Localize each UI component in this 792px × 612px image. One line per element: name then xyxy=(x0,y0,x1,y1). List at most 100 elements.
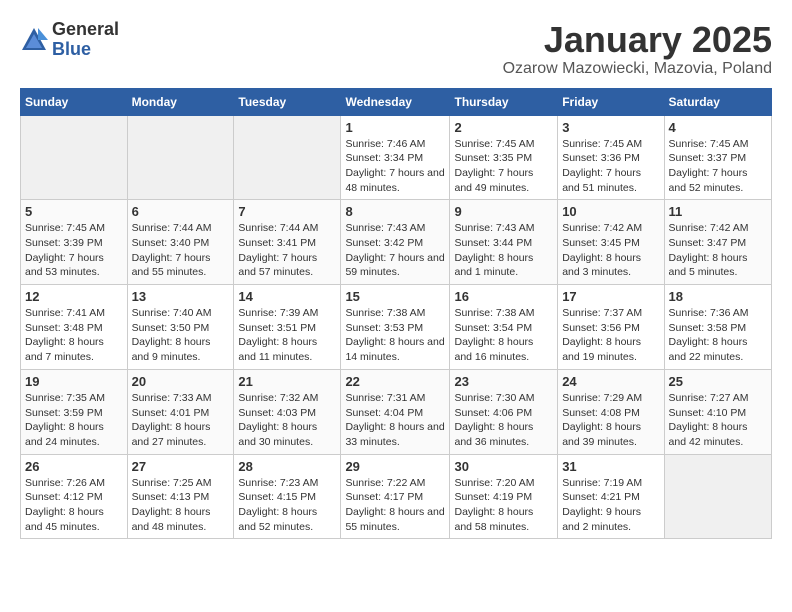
week-row-1: 1 Sunrise: 7:46 AM Sunset: 3:34 PM Daylig… xyxy=(21,115,772,200)
cell-w3-d2: 13 Sunrise: 7:40 AM Sunset: 3:50 PM Dayli… xyxy=(127,285,234,370)
day-info: Sunrise: 7:43 AM Sunset: 3:44 PM Dayligh… xyxy=(454,221,553,280)
day-info: Sunrise: 7:19 AM Sunset: 4:21 PM Dayligh… xyxy=(562,476,659,535)
day-info: Sunrise: 7:20 AM Sunset: 4:19 PM Dayligh… xyxy=(454,476,553,535)
cell-w2-d6: 10Sunrise: 7:42 AM Sunset: 3:45 PM Dayli… xyxy=(558,200,664,285)
day-number: 11 xyxy=(669,204,767,219)
calendar-header: Sunday Monday Tuesday Wednesday Thursday… xyxy=(21,88,772,115)
title-section: January 2025 Ozarow Mazowiecki, Mazovia,… xyxy=(503,20,772,78)
cell-w2-d2: 6Sunrise: 7:44 AM Sunset: 3:40 PM Daylig… xyxy=(127,200,234,285)
day-number: 20 xyxy=(132,374,230,389)
page-header: General Blue January 2025 Ozarow Mazowie… xyxy=(20,20,772,78)
day-info: Sunrise: 7:40 AM Sunset: 3:50 PM Dayligh… xyxy=(132,306,230,365)
cell-w3-d5: 16 Sunrise: 7:38 AM Sunset: 3:54 PM Dayli… xyxy=(450,285,558,370)
day-number: 2 xyxy=(454,120,553,135)
cell-w4-d7: 25Sunrise: 7:27 AM Sunset: 4:10 PM Dayli… xyxy=(664,369,771,454)
cell-w2-d5: 9 Sunrise: 7:43 AM Sunset: 3:44 PM Daylig… xyxy=(450,200,558,285)
cell-w4-d2: 20 Sunrise: 7:33 AM Sunset: 4:01 PM Dayli… xyxy=(127,369,234,454)
day-number: 18 xyxy=(669,289,767,304)
day-info: Sunrise: 7:45 AM Sunset: 3:36 PM Dayligh… xyxy=(562,137,659,196)
cell-w4-d1: 19 Sunrise: 7:35 AM Sunset: 3:59 PM Dayli… xyxy=(21,369,128,454)
cell-w2-d3: 7Sunrise: 7:44 AM Sunset: 3:41 PM Daylig… xyxy=(234,200,341,285)
day-number: 28 xyxy=(238,459,336,474)
day-info: Sunrise: 7:37 AM Sunset: 3:56 PM Dayligh… xyxy=(562,306,659,365)
cell-w1-d6: 3Sunrise: 7:45 AM Sunset: 3:36 PM Daylig… xyxy=(558,115,664,200)
day-number: 29 xyxy=(345,459,445,474)
cell-w2-d1: 5 Sunrise: 7:45 AM Sunset: 3:39 PM Daylig… xyxy=(21,200,128,285)
cell-w4-d4: 22Sunrise: 7:31 AM Sunset: 4:04 PM Dayli… xyxy=(341,369,450,454)
day-number: 31 xyxy=(562,459,659,474)
day-info: Sunrise: 7:41 AM Sunset: 3:48 PM Dayligh… xyxy=(25,306,123,365)
week-row-4: 19 Sunrise: 7:35 AM Sunset: 3:59 PM Dayli… xyxy=(21,369,772,454)
cell-w5-d6: 31 Sunrise: 7:19 AM Sunset: 4:21 PM Dayli… xyxy=(558,454,664,539)
week-row-2: 5 Sunrise: 7:45 AM Sunset: 3:39 PM Daylig… xyxy=(21,200,772,285)
day-number: 22 xyxy=(345,374,445,389)
cell-w3-d3: 14 Sunrise: 7:39 AM Sunset: 3:51 PM Dayli… xyxy=(234,285,341,370)
day-info: Sunrise: 7:45 AM Sunset: 3:39 PM Dayligh… xyxy=(25,221,123,280)
week-row-5: 26 Sunrise: 7:26 AM Sunset: 4:12 PM Dayli… xyxy=(21,454,772,539)
cell-w3-d1: 12Sunrise: 7:41 AM Sunset: 3:48 PM Dayli… xyxy=(21,285,128,370)
cell-w5-d2: 27 Sunrise: 7:25 AM Sunset: 4:13 PM Dayli… xyxy=(127,454,234,539)
cell-w1-d4: 1 Sunrise: 7:46 AM Sunset: 3:34 PM Daylig… xyxy=(341,115,450,200)
cell-w5-d1: 26 Sunrise: 7:26 AM Sunset: 4:12 PM Dayli… xyxy=(21,454,128,539)
logo-icon xyxy=(20,26,48,54)
day-info: Sunrise: 7:26 AM Sunset: 4:12 PM Dayligh… xyxy=(25,476,123,535)
day-info: Sunrise: 7:30 AM Sunset: 4:06 PM Dayligh… xyxy=(454,391,553,450)
cell-w3-d4: 15Sunrise: 7:38 AM Sunset: 3:53 PM Dayli… xyxy=(341,285,450,370)
cell-w1-d7: 4 Sunrise: 7:45 AM Sunset: 3:37 PM Daylig… xyxy=(664,115,771,200)
logo-general: General xyxy=(52,20,119,40)
calendar-title: January 2025 xyxy=(503,20,772,60)
cell-w3-d7: 18Sunrise: 7:36 AM Sunset: 3:58 PM Dayli… xyxy=(664,285,771,370)
calendar-table: Sunday Monday Tuesday Wednesday Thursday… xyxy=(20,88,772,540)
day-info: Sunrise: 7:44 AM Sunset: 3:41 PM Dayligh… xyxy=(238,221,336,280)
day-number: 27 xyxy=(132,459,230,474)
calendar-subtitle: Ozarow Mazowiecki, Mazovia, Poland xyxy=(503,60,772,78)
day-info: Sunrise: 7:39 AM Sunset: 3:51 PM Dayligh… xyxy=(238,306,336,365)
header-wednesday: Wednesday xyxy=(341,88,450,115)
day-info: Sunrise: 7:35 AM Sunset: 3:59 PM Dayligh… xyxy=(25,391,123,450)
week-row-3: 12Sunrise: 7:41 AM Sunset: 3:48 PM Dayli… xyxy=(21,285,772,370)
day-number: 19 xyxy=(25,374,123,389)
header-tuesday: Tuesday xyxy=(234,88,341,115)
day-info: Sunrise: 7:29 AM Sunset: 4:08 PM Dayligh… xyxy=(562,391,659,450)
day-info: Sunrise: 7:23 AM Sunset: 4:15 PM Dayligh… xyxy=(238,476,336,535)
day-number: 21 xyxy=(238,374,336,389)
day-info: Sunrise: 7:38 AM Sunset: 3:54 PM Dayligh… xyxy=(454,306,553,365)
day-number: 16 xyxy=(454,289,553,304)
day-info: Sunrise: 7:27 AM Sunset: 4:10 PM Dayligh… xyxy=(669,391,767,450)
day-number: 4 xyxy=(669,120,767,135)
day-info: Sunrise: 7:45 AM Sunset: 3:37 PM Dayligh… xyxy=(669,137,767,196)
day-info: Sunrise: 7:46 AM Sunset: 3:34 PM Dayligh… xyxy=(345,137,445,196)
day-info: Sunrise: 7:44 AM Sunset: 3:40 PM Dayligh… xyxy=(132,221,230,280)
header-saturday: Saturday xyxy=(664,88,771,115)
day-number: 15 xyxy=(345,289,445,304)
day-number: 8 xyxy=(345,204,445,219)
logo: General Blue xyxy=(20,20,119,60)
day-number: 9 xyxy=(454,204,553,219)
cell-w4-d5: 23Sunrise: 7:30 AM Sunset: 4:06 PM Dayli… xyxy=(450,369,558,454)
day-number: 14 xyxy=(238,289,336,304)
header-thursday: Thursday xyxy=(450,88,558,115)
day-number: 24 xyxy=(562,374,659,389)
day-info: Sunrise: 7:33 AM Sunset: 4:01 PM Dayligh… xyxy=(132,391,230,450)
day-info: Sunrise: 7:32 AM Sunset: 4:03 PM Dayligh… xyxy=(238,391,336,450)
cell-w5-d4: 29Sunrise: 7:22 AM Sunset: 4:17 PM Dayli… xyxy=(341,454,450,539)
cell-w4-d6: 24 Sunrise: 7:29 AM Sunset: 4:08 PM Dayli… xyxy=(558,369,664,454)
day-number: 13 xyxy=(132,289,230,304)
cell-w1-d2 xyxy=(127,115,234,200)
day-info: Sunrise: 7:25 AM Sunset: 4:13 PM Dayligh… xyxy=(132,476,230,535)
cell-w1-d3 xyxy=(234,115,341,200)
day-info: Sunrise: 7:42 AM Sunset: 3:47 PM Dayligh… xyxy=(669,221,767,280)
day-number: 5 xyxy=(25,204,123,219)
day-number: 17 xyxy=(562,289,659,304)
day-number: 30 xyxy=(454,459,553,474)
header-sunday: Sunday xyxy=(21,88,128,115)
header-monday: Monday xyxy=(127,88,234,115)
cell-w5-d3: 28 Sunrise: 7:23 AM Sunset: 4:15 PM Dayli… xyxy=(234,454,341,539)
calendar-body: 1 Sunrise: 7:46 AM Sunset: 3:34 PM Daylig… xyxy=(21,115,772,539)
day-info: Sunrise: 7:43 AM Sunset: 3:42 PM Dayligh… xyxy=(345,221,445,280)
day-number: 26 xyxy=(25,459,123,474)
logo-text: General Blue xyxy=(52,20,119,60)
day-number: 1 xyxy=(345,120,445,135)
header-friday: Friday xyxy=(558,88,664,115)
day-number: 10 xyxy=(562,204,659,219)
